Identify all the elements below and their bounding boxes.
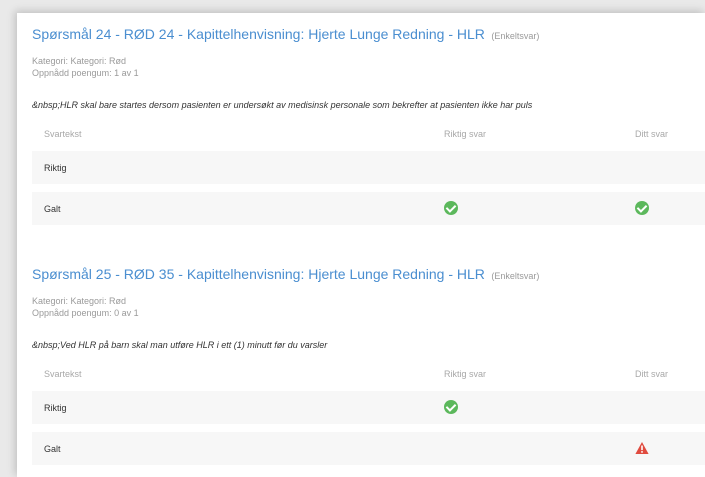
header-yours: Ditt svar	[635, 129, 669, 139]
question-title: Spørsmål 24 - RØD 24 - Kapittelhenvisnin…	[32, 26, 705, 44]
answer-row: Riktig	[32, 391, 705, 424]
header-correct: Riktig svar	[444, 129, 487, 139]
question-type: (Enkeltsvar)	[491, 31, 540, 41]
answer-row: Galt	[32, 192, 705, 225]
question-title-text: Spørsmål 24 - RØD 24 - Kapittelhenvisnin…	[32, 26, 485, 42]
question-type: (Enkeltsvar)	[491, 271, 540, 281]
your-answer-cell	[635, 200, 649, 217]
question-title: Spørsmål 25 - RØD 35 - Kapittelhenvisnin…	[32, 266, 705, 284]
question-title-text: Spørsmål 25 - RØD 35 - Kapittelhenvisnin…	[32, 266, 485, 282]
answer-table-header: Svartekst Riktig svar Ditt svar	[32, 129, 705, 143]
header-answer-text: Svartekst	[44, 129, 82, 139]
warning-triangle-icon	[635, 441, 649, 454]
check-circle-icon	[444, 399, 458, 414]
answer-row: Galt	[32, 432, 705, 465]
question-text: &nbsp;Ved HLR på barn skal man utføre HL…	[32, 340, 328, 350]
your-answer-cell	[635, 441, 649, 456]
results-panel: Spørsmål 24 - RØD 24 - Kapittelhenvisnin…	[17, 13, 705, 477]
answer-table-header: Svartekst Riktig svar Ditt svar	[32, 369, 705, 383]
check-circle-icon	[635, 200, 649, 215]
question-category: Kategori: Kategori: Rød	[32, 296, 127, 306]
question-category: Kategori: Kategori: Rød	[32, 56, 127, 66]
check-circle-icon	[444, 200, 458, 215]
answer-label: Riktig	[44, 402, 67, 413]
question-score: Oppnådd poengum: 0 av 1	[32, 308, 139, 318]
header-correct: Riktig svar	[444, 369, 487, 379]
correct-answer-cell	[444, 200, 458, 217]
question-score: Oppnådd poengum: 1 av 1	[32, 68, 139, 78]
question-block: Spørsmål 25 - RØD 35 - Kapittelhenvisnin…	[32, 266, 705, 465]
answer-label: Galt	[44, 443, 61, 454]
correct-answer-cell	[444, 399, 458, 416]
answer-row: Riktig	[32, 151, 705, 184]
answer-label: Riktig	[44, 162, 67, 173]
question-block: Spørsmål 24 - RØD 24 - Kapittelhenvisnin…	[32, 26, 705, 225]
answer-label: Galt	[44, 203, 61, 214]
question-text: &nbsp;HLR skal bare startes dersom pasie…	[32, 100, 533, 110]
header-answer-text: Svartekst	[44, 369, 82, 379]
header-yours: Ditt svar	[635, 369, 669, 379]
